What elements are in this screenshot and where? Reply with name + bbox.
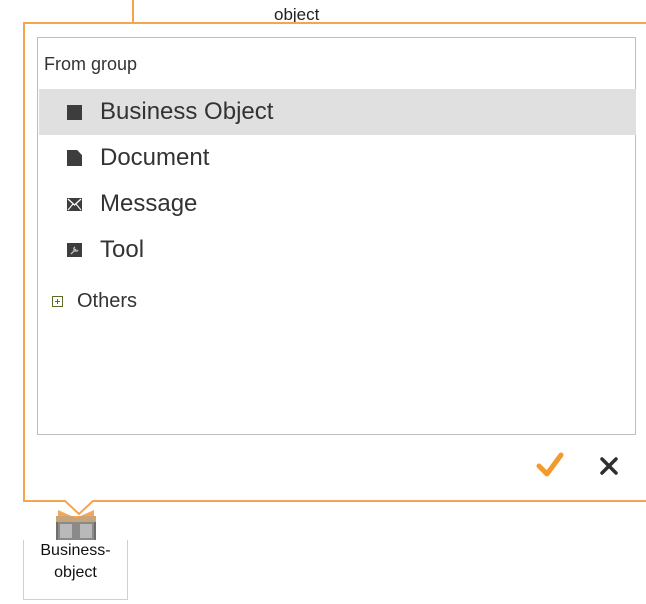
object-type-popup: From group Business Object Document Mess… [23, 22, 646, 502]
canvas-node-label-text: object [274, 5, 320, 24]
list-item-tool[interactable]: Tool [39, 227, 636, 273]
canvas-node-label-top: object [274, 4, 364, 24]
connector-line [132, 0, 134, 24]
list-item-business-object[interactable]: Business Object [39, 89, 636, 135]
node-label-line1: Business- [40, 542, 111, 559]
group-header: From group [44, 54, 138, 74]
confirm-button[interactable] [536, 452, 564, 478]
document-icon [67, 150, 82, 166]
list-item-label: Business Object [100, 98, 274, 125]
list-item-label: Message [100, 190, 198, 217]
list-item-document[interactable]: Document [39, 135, 636, 181]
business-object-node-label[interactable]: Business- object [23, 540, 128, 600]
list-item-label: Document [100, 144, 210, 171]
business-object-node-icon[interactable] [56, 510, 96, 542]
close-icon [600, 457, 618, 475]
message-icon [67, 197, 82, 211]
tool-icon [67, 243, 82, 257]
checkmark-icon [536, 452, 564, 477]
object-type-list: From group Business Object Document Mess… [37, 37, 636, 435]
tree-node-others[interactable]: Others [52, 290, 137, 313]
node-label-line2: object [54, 564, 97, 581]
list-item-message[interactable]: Message [39, 181, 636, 227]
cancel-button[interactable] [599, 456, 619, 476]
list-item-label: Tool [100, 236, 145, 263]
business-object-icon [67, 104, 82, 120]
tree-node-label: Others [77, 290, 138, 312]
expand-icon[interactable] [52, 296, 63, 307]
